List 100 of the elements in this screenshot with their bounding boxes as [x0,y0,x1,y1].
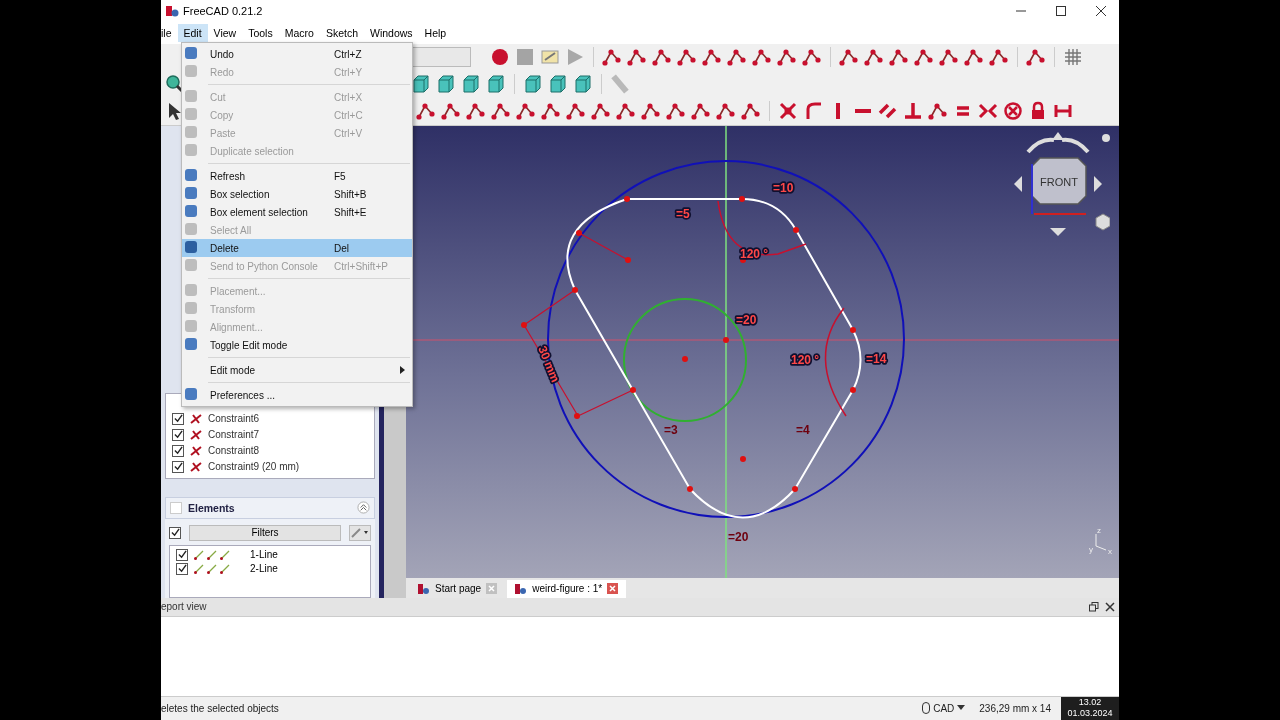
constraint-label[interactable]: Constraint9 (20 mm) [208,461,300,473]
element-label[interactable]: 1-Line [250,549,278,561]
sketch-tool-icon[interactable] [466,101,486,122]
dropdown-field[interactable] [411,47,471,68]
perpendicular-icon[interactable] [903,101,923,122]
dimension-label[interactable]: =20 [728,529,749,544]
document-icon [515,582,528,595]
sketch-tool-icon[interactable] [839,47,859,68]
record-icon[interactable] [490,47,510,68]
menu-item[interactable]: Preferences ... [182,386,412,404]
grid-icon[interactable] [1063,47,1083,68]
checkbox[interactable] [172,460,184,473]
menu-item[interactable]: Box element selection Shift+E [182,203,412,221]
document-tab[interactable]: weird-figure : 1* [507,579,627,598]
sketch-tool-icon[interactable] [416,101,436,122]
sketch-tool-icon[interactable] [666,101,686,122]
menu-item[interactable]: Help [418,23,453,42]
sketch-tool-icon[interactable] [727,47,747,68]
cube-icon[interactable] [461,74,481,95]
view-cube-drawing[interactable] [1014,131,1110,236]
menu-item[interactable]: Macro [278,23,320,42]
menu-item[interactable]: Refresh F5 [182,167,412,185]
constraint-label[interactable]: Constraint7 [208,429,260,441]
sketch-tool-icon[interactable] [989,47,1009,68]
checkbox[interactable] [172,412,184,425]
window-title: FreeCAD 0.21.2 [183,5,263,17]
circled-x-icon[interactable] [1003,101,1023,122]
cube-icon[interactable] [548,74,568,95]
sketch-tool-icon[interactable] [691,101,711,122]
cube-icon[interactable] [486,74,506,95]
menu-item[interactable]: Tools [242,23,279,42]
menu-item[interactable]: ile [161,23,178,42]
menu-item[interactable]: Windows [364,23,419,42]
menu-item[interactable]: Sketch [319,23,364,42]
sketch-tool-icon[interactable] [516,101,536,122]
checkbox[interactable] [169,526,181,539]
sketch-tool-icon[interactable] [864,47,884,68]
sketch-tool-icon[interactable] [541,101,561,122]
filter-dropdown[interactable]: Filters [189,524,341,541]
menu-item[interactable]: Undo Ctrl+Z [182,45,412,63]
constraint-label[interactable]: Constraint8 [208,445,260,457]
sketch-tool-icon[interactable] [491,101,511,122]
collapse-icon[interactable] [357,501,370,515]
menu-item[interactable]: Box selection Shift+B [182,185,412,203]
panel-title: Elements [188,501,235,514]
cube-icon[interactable] [436,74,456,95]
sketch-tool-icon[interactable] [777,47,797,68]
axis-label: x [1108,546,1112,556]
cube-icon[interactable] [523,74,543,95]
brush-icon[interactable] [349,524,371,541]
menu-item[interactable]: View [207,23,243,42]
menu-item[interactable]: Delete Del [182,239,412,257]
sketch-tool-icon[interactable] [716,101,736,122]
sketch-tool-icon[interactable] [566,101,586,122]
sketch-tool-icon[interactable] [641,101,661,122]
constraint-icon [189,412,203,425]
sketch-tool-icon[interactable] [602,47,622,68]
close-icon[interactable] [1105,601,1115,612]
menu-item[interactable]: Toggle Edit mode [182,336,412,354]
cube-face-label: FRONT [1040,175,1078,188]
cube-icon[interactable] [411,74,431,95]
sketch-tool-icon[interactable] [939,47,959,68]
constraint-icon [189,444,203,457]
sketch-tool-icon[interactable] [677,47,697,68]
sketch-tool-icon[interactable] [752,47,772,68]
submenu-arrow-icon [400,365,405,374]
dimensions-readout: 236,29 mm x 14 [979,703,1051,714]
element-label[interactable]: 2-Line [250,563,278,575]
sketch-tool-icon[interactable] [928,101,948,122]
caret-icon[interactable] [957,705,966,712]
status-message: eletes the selected objects [161,703,279,714]
sketch-tool-icon[interactable] [964,47,984,68]
sketch-tool-icon[interactable] [741,101,761,122]
sketch-tool-icon[interactable] [591,101,611,122]
float-icon[interactable] [1089,601,1099,612]
constraint-label[interactable]: Constraint6 [208,413,260,425]
sketch-tool-icon[interactable] [627,47,647,68]
tab-close-icon[interactable] [607,583,619,595]
sketch-tool-icon[interactable] [616,101,636,122]
menu-item[interactable]: Edit mode [182,361,412,379]
sketch-tool-icon[interactable] [889,47,909,68]
sketch-tool-icon[interactable] [1026,47,1046,68]
cross-icon[interactable] [778,101,798,122]
menu-item[interactable]: Edit [177,23,208,42]
navigation-style[interactable]: CAD [933,703,955,714]
checkbox[interactable] [176,548,188,561]
checkbox[interactable] [172,444,184,457]
checkbox[interactable] [172,428,184,441]
checkbox[interactable] [176,562,188,575]
sketch-tool-icon[interactable] [802,47,822,68]
maximize-icon [1056,6,1066,16]
panel-title: eport view [161,601,207,613]
panel-icon [170,501,182,514]
sketch-tool-icon[interactable] [914,47,934,68]
sketch-tool-icon[interactable] [652,47,672,68]
clock-date: 01.03.2024 [1067,708,1113,720]
constraint-icon [189,460,203,473]
cube-icon[interactable] [573,74,593,95]
sketch-tool-icon[interactable] [441,101,461,122]
sketch-tool-icon[interactable] [702,47,722,68]
